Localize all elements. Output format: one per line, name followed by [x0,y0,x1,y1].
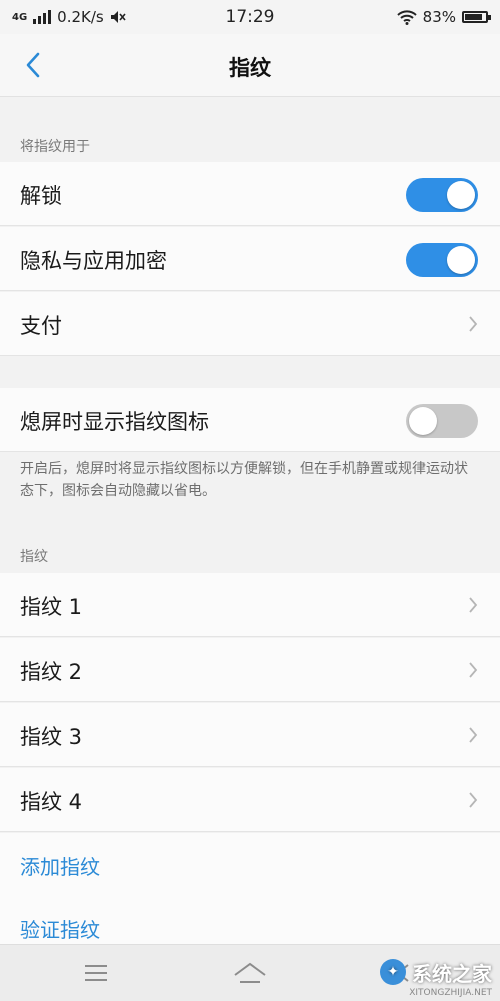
section-header-fingerprints: 指纹 [20,549,48,565]
toggle-knob [447,181,475,209]
watermark-logo-icon: ✦ [380,959,406,985]
chevron-right-icon [469,792,478,808]
menu-icon[interactable] [76,959,116,987]
unlock-label: 解锁 [20,184,62,208]
payment-label: 支付 [20,314,62,338]
add-fingerprint-button[interactable]: 添加指纹 [0,833,500,897]
toggle-knob [409,407,437,435]
navigation-bar: 指纹 [0,34,500,97]
unlock-row[interactable]: 解锁 [0,162,500,226]
privacy-encryption-label: 隐私与应用加密 [20,249,167,273]
add-fingerprint-label: 添加指纹 [20,855,100,879]
watermark: ✦ 系统之家 XITONGZHIJIA.NET [380,944,492,1000]
screen-off-description: 开启后，熄屏时将显示指纹图标以方便解锁，但在手机静置或规律运动状态下，图标会自动… [20,461,468,499]
privacy-encryption-toggle[interactable] [406,243,478,277]
screen-off-icon-row[interactable]: 熄屏时显示指纹图标 [0,388,500,452]
fingerprint-label: 指纹 3 [20,725,83,749]
battery-percent: 83% [422,8,456,26]
wifi-icon [396,9,417,25]
fingerprint-item-2[interactable]: 指纹 2 [0,638,500,702]
battery-icon [462,11,491,23]
verify-fingerprint-label: 验证指纹 [20,918,100,942]
watermark-url: XITONGZHIJIA.NET [409,988,492,998]
home-icon[interactable] [230,959,270,987]
page-title: 指纹 [229,56,271,80]
chevron-right-icon [469,316,478,332]
fingerprint-label: 指纹 1 [20,595,83,619]
toggle-knob [447,246,475,274]
section-header-use: 将指纹用于 [20,139,90,155]
fingerprint-label: 指纹 4 [20,790,83,814]
chevron-right-icon [469,662,478,678]
chevron-right-icon [469,597,478,613]
chevron-right-icon [469,727,478,743]
fingerprint-item-3[interactable]: 指纹 3 [0,703,500,767]
watermark-text: 系统之家 [412,961,492,986]
fingerprint-item-1[interactable]: 指纹 1 [0,573,500,637]
unlock-toggle[interactable] [406,178,478,212]
fingerprint-label: 指纹 2 [20,660,83,684]
screen-off-icon-label: 熄屏时显示指纹图标 [20,410,209,434]
fingerprint-item-4[interactable]: 指纹 4 [0,768,500,832]
privacy-encryption-row[interactable]: 隐私与应用加密 [0,227,500,291]
payment-row[interactable]: 支付 [0,292,500,356]
status-bar: 4G 0.2K/s 17:29 83% [0,0,500,34]
screen-off-icon-toggle[interactable] [406,404,478,438]
